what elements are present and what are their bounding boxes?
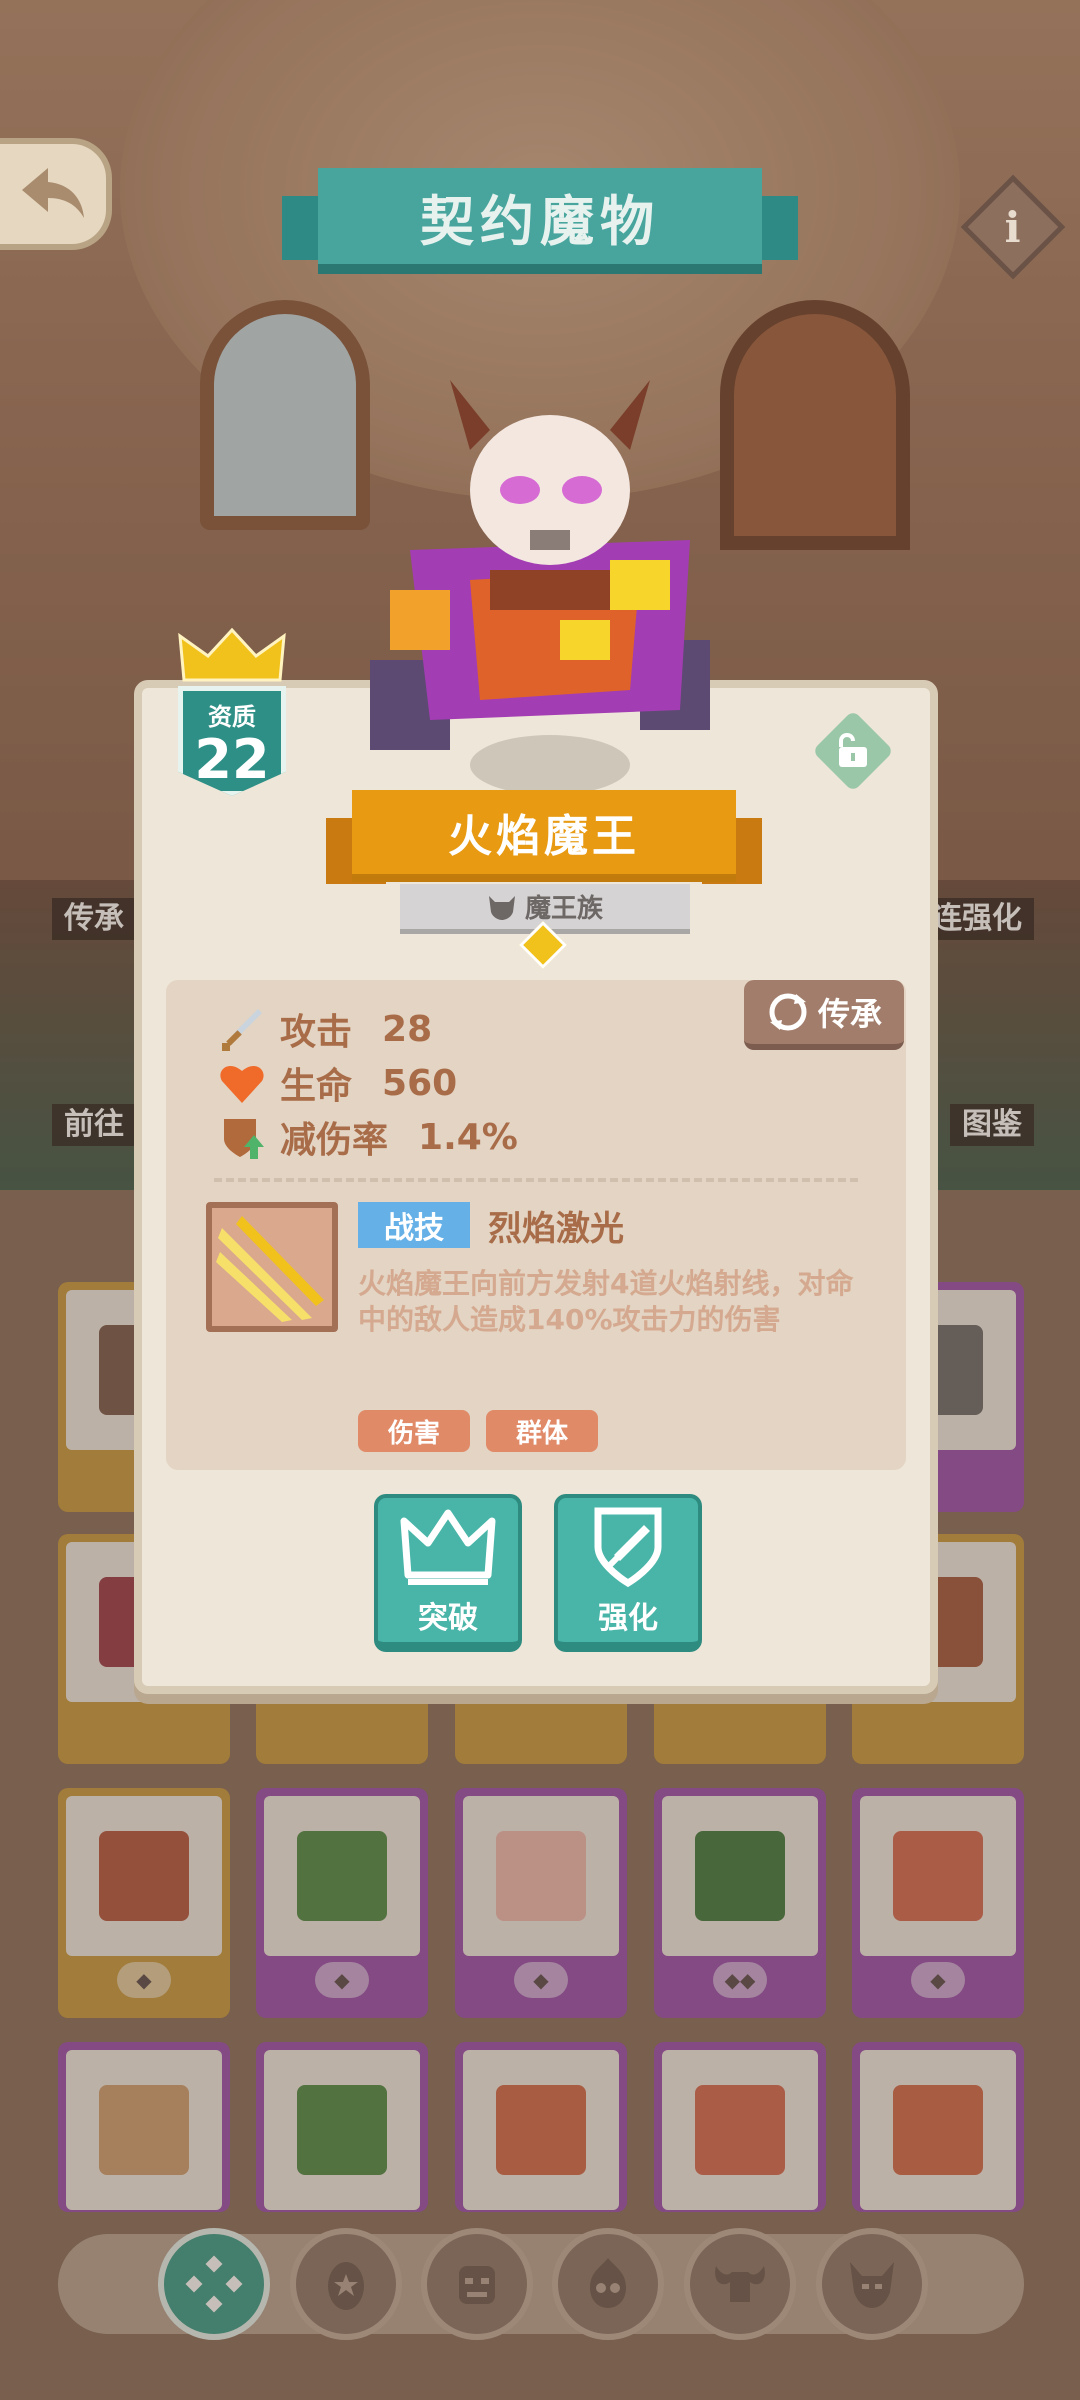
divider — [214, 1178, 858, 1182]
shield-sword-icon — [594, 1507, 662, 1588]
shield-up-icon — [224, 1119, 264, 1159]
back-arrow-icon — [22, 168, 84, 218]
breakthrough-label: 突破 — [418, 1601, 478, 1636]
cycle-icon — [769, 993, 807, 1031]
breakthrough-button[interactable]: 突破 — [374, 1494, 522, 1652]
fire-demon-king-sprite — [370, 380, 710, 795]
stat-damage-reduction: 减伤率 1.4% — [218, 1112, 518, 1162]
stat-attack: 攻击 28 — [218, 1004, 432, 1054]
skill-type-badge: 战技 — [358, 1202, 470, 1248]
skill-name: 烈焰激光 — [488, 1208, 624, 1249]
fire-laser-icon — [216, 1216, 324, 1322]
page-title: 契约魔物 — [318, 168, 762, 274]
unlock-icon — [839, 733, 867, 767]
quality-shield: 资质 22 — [178, 686, 286, 796]
enhance-label: 强化 — [598, 1601, 658, 1636]
quality-label: 资质 — [208, 703, 256, 731]
skill-description: 火焰魔王向前方发射4道火焰射线，对命中的敌人造成140%攻击力的伤害 — [358, 1267, 854, 1336]
crown-icon — [178, 627, 286, 682]
title-banner: 契约魔物 — [282, 168, 798, 286]
hp-value: 560 — [382, 1062, 458, 1104]
race-label: 魔王族 — [524, 894, 603, 924]
stat-hp: 生命 560 — [218, 1058, 457, 1108]
quality-badge: 资质 22 — [178, 626, 286, 796]
inherit-label: 传承 — [817, 995, 882, 1033]
name-banner: 火焰魔王 — [326, 790, 762, 890]
heart-icon — [220, 1065, 264, 1103]
skill-tag-group: 群体 — [486, 1410, 598, 1452]
hp-label: 生命 — [280, 1066, 353, 1107]
damage-reduction-label: 减伤率 — [280, 1120, 389, 1161]
attack-value: 28 — [382, 1008, 433, 1050]
demon-race-icon — [488, 895, 515, 920]
skill-icon — [206, 1202, 338, 1332]
sword-icon — [222, 1009, 262, 1051]
enhance-button[interactable]: 强化 — [554, 1494, 702, 1652]
monster-name: 火焰魔王 — [352, 790, 736, 882]
damage-reduction-value: 1.4% — [418, 1116, 518, 1158]
inherit-button[interactable]: 传承 — [744, 980, 904, 1050]
attack-label: 攻击 — [280, 1012, 353, 1053]
back-button[interactable] — [0, 138, 112, 250]
crown-outline-icon — [400, 1509, 496, 1585]
info-icon: i — [1005, 202, 1021, 252]
quality-value: 22 — [194, 728, 270, 791]
skill-tag-damage: 伤害 — [358, 1410, 470, 1452]
